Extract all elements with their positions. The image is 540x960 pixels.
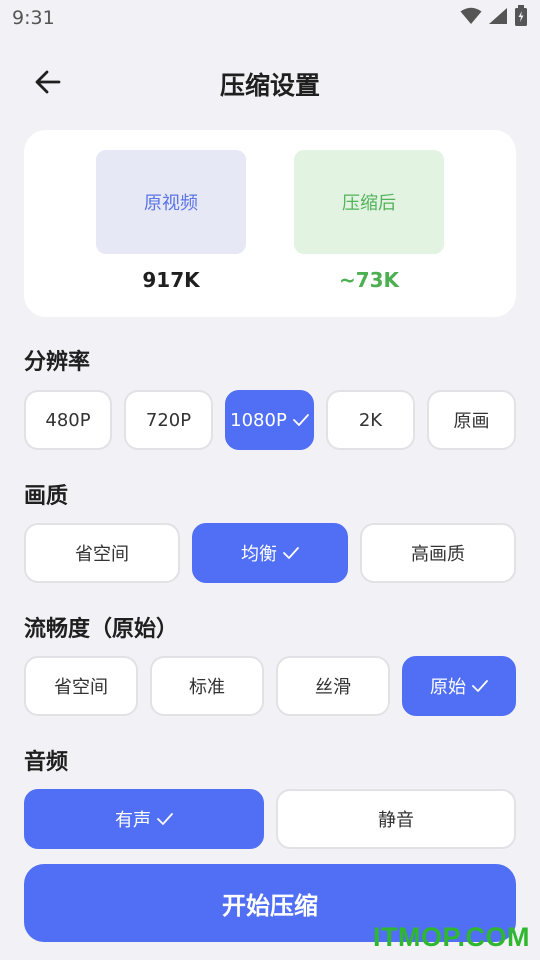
audio-options: 有声 静音	[24, 789, 516, 849]
page-title: 压缩设置	[219, 71, 320, 100]
resolution-option-480p[interactable]: 480P	[24, 390, 112, 450]
resolution-option-720p[interactable]: 720P	[124, 390, 213, 450]
resolution-label: 分辨率	[24, 350, 91, 375]
app-bar: 压缩设置	[0, 58, 540, 110]
original-size: 917K	[142, 268, 200, 292]
fluency-option-standard[interactable]: 标准	[150, 656, 264, 716]
option-label: 均衡	[241, 544, 277, 565]
option-label: 丝滑	[315, 677, 351, 698]
original-video-label: 原视频	[144, 193, 198, 214]
resolution-options: 480P 720P 1080P 2K 原画	[24, 390, 516, 450]
audio-option-with-sound[interactable]: 有声	[24, 789, 264, 849]
quality-option-balanced[interactable]: 均衡	[192, 523, 348, 583]
option-label: 省空间	[54, 677, 108, 698]
wifi-icon	[460, 7, 482, 29]
check-icon	[472, 680, 488, 692]
resolution-option-original[interactable]: 原画	[427, 390, 516, 450]
fluency-option-save-space[interactable]: 省空间	[24, 656, 138, 716]
watermark: ITMOP.COM	[372, 922, 530, 952]
start-compress-label: 开始压缩	[222, 891, 318, 920]
signal-icon	[488, 7, 508, 29]
original-video-thumbnail: 原视频	[96, 150, 246, 254]
battery-icon	[514, 5, 528, 31]
quality-label: 画质	[24, 484, 69, 509]
audio-option-mute[interactable]: 静音	[276, 789, 516, 849]
option-label: 720P	[145, 409, 192, 431]
option-label: 省空间	[75, 544, 129, 565]
check-icon	[292, 414, 309, 426]
option-label: 480P	[45, 409, 91, 431]
check-icon	[283, 547, 299, 559]
status-time: 9:31	[12, 7, 55, 29]
audio-label: 音频	[24, 750, 69, 775]
resolution-option-1080p[interactable]: 1080P	[225, 390, 314, 450]
fluency-options: 省空间 标准 丝滑 原始	[24, 656, 516, 716]
compressed-video-thumbnail: 压缩后	[294, 150, 444, 254]
option-label: 高画质	[411, 544, 465, 565]
resolution-option-2k[interactable]: 2K	[326, 390, 415, 450]
option-label: 2K	[358, 409, 383, 431]
fluency-label: 流畅度（原始）	[24, 617, 179, 642]
quality-option-high[interactable]: 高画质	[360, 523, 516, 583]
back-arrow-icon	[34, 68, 62, 100]
option-label: 标准	[189, 677, 225, 698]
option-label: 1080P	[230, 409, 287, 431]
quality-option-save-space[interactable]: 省空间	[24, 523, 180, 583]
status-bar: 9:31	[0, 0, 540, 36]
quality-options: 省空间 均衡 高画质	[24, 523, 516, 583]
preview-card: 原视频 917K 压缩后 ~73K	[24, 130, 516, 317]
option-label: 原始	[430, 677, 466, 698]
fluency-option-original[interactable]: 原始	[402, 656, 516, 716]
compressed-video-label: 压缩后	[342, 193, 396, 214]
fluency-option-smooth[interactable]: 丝滑	[276, 656, 390, 716]
check-icon	[157, 813, 173, 825]
status-icons	[460, 5, 528, 31]
option-label: 有声	[115, 810, 151, 831]
back-button[interactable]	[32, 68, 64, 100]
compressed-size: ~73K	[338, 268, 400, 292]
option-label: 原画	[453, 411, 490, 432]
option-label: 静音	[378, 810, 414, 831]
